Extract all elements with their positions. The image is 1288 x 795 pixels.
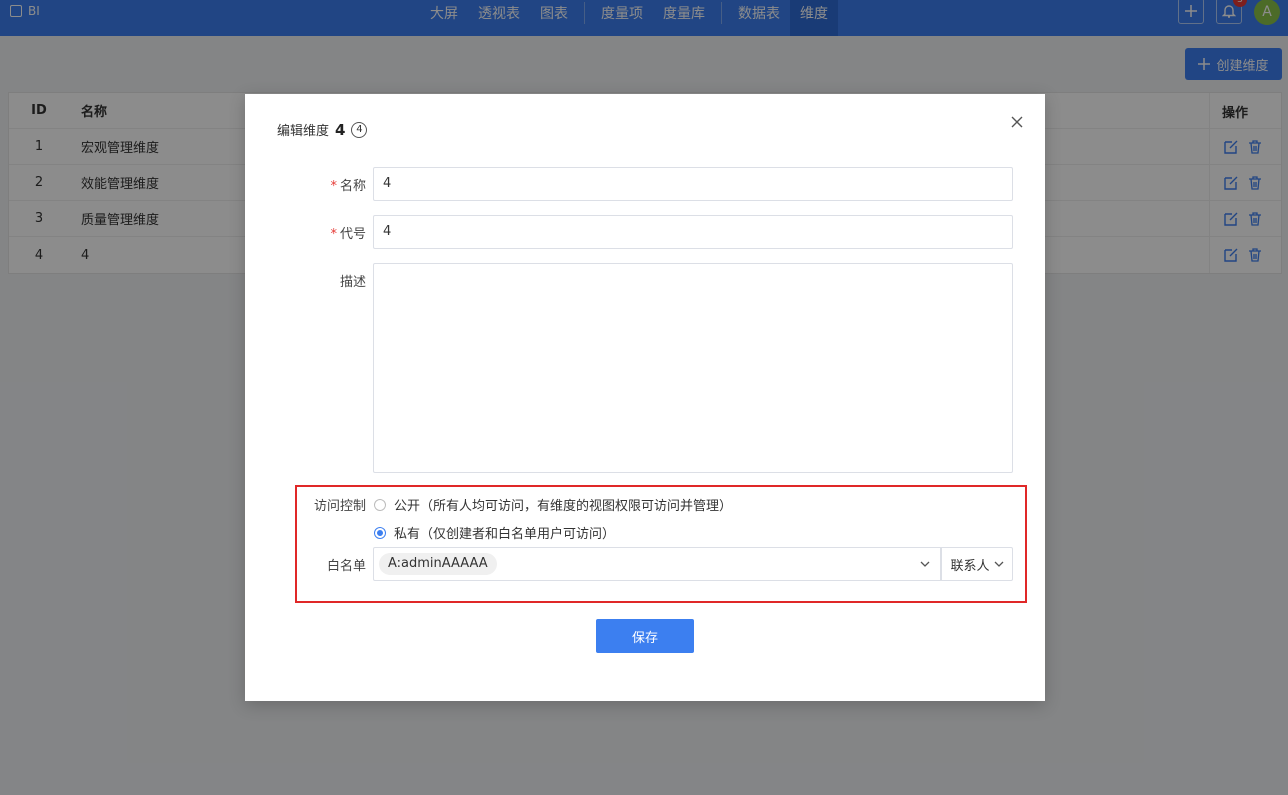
radio-public[interactable]: 公开（所有人均可访问，有维度的视图权限可访问并管理） — [374, 495, 732, 514]
description-field-label: 描述 — [339, 275, 366, 290]
save-button[interactable]: 保存 — [596, 619, 694, 653]
chevron-down-icon — [994, 561, 1003, 567]
access-control-label: 访问控制 — [313, 499, 366, 514]
code-field-label: * 代号 — [330, 227, 366, 242]
whitelist-tag[interactable]: A:adminAAAAA — [379, 553, 497, 575]
whitelist-select[interactable]: A:adminAAAAA — [373, 547, 941, 581]
chevron-down-icon — [920, 561, 930, 567]
code-field[interactable]: 4 — [373, 215, 1013, 249]
dialog-title-value: 4 — [335, 120, 346, 139]
close-icon[interactable] — [1009, 114, 1025, 130]
radio-private-label: 私有（仅创建者和白名单用户可访问） — [394, 527, 616, 542]
dialog-title: 编辑维度 4 4 — [277, 120, 368, 139]
dialog-title-prefix: 编辑维度 — [277, 124, 330, 139]
name-field[interactable]: 4 — [373, 167, 1013, 201]
radio-private[interactable]: 私有（仅创建者和白名单用户可访问） — [374, 523, 615, 542]
whitelist-type-label: 联系人 — [950, 558, 990, 574]
whitelist-label: 白名单 — [326, 559, 366, 574]
whitelist-type-select[interactable]: 联系人 — [941, 547, 1013, 581]
radio-public-dot — [374, 498, 386, 511]
edit-dimension-dialog: 编辑维度 4 4 * 名称 4 * 代号 4 描述 访问控制 公开（所有人均可访问，… — [245, 94, 1045, 701]
radio-private-dot — [374, 526, 386, 539]
dialog-title-badge: 4 — [351, 121, 368, 138]
radio-public-label: 公开（所有人均可访问，有维度的视图权限可访问并管理） — [394, 499, 733, 514]
name-field-label: * 名称 — [330, 179, 366, 194]
description-textarea[interactable] — [373, 263, 1013, 473]
